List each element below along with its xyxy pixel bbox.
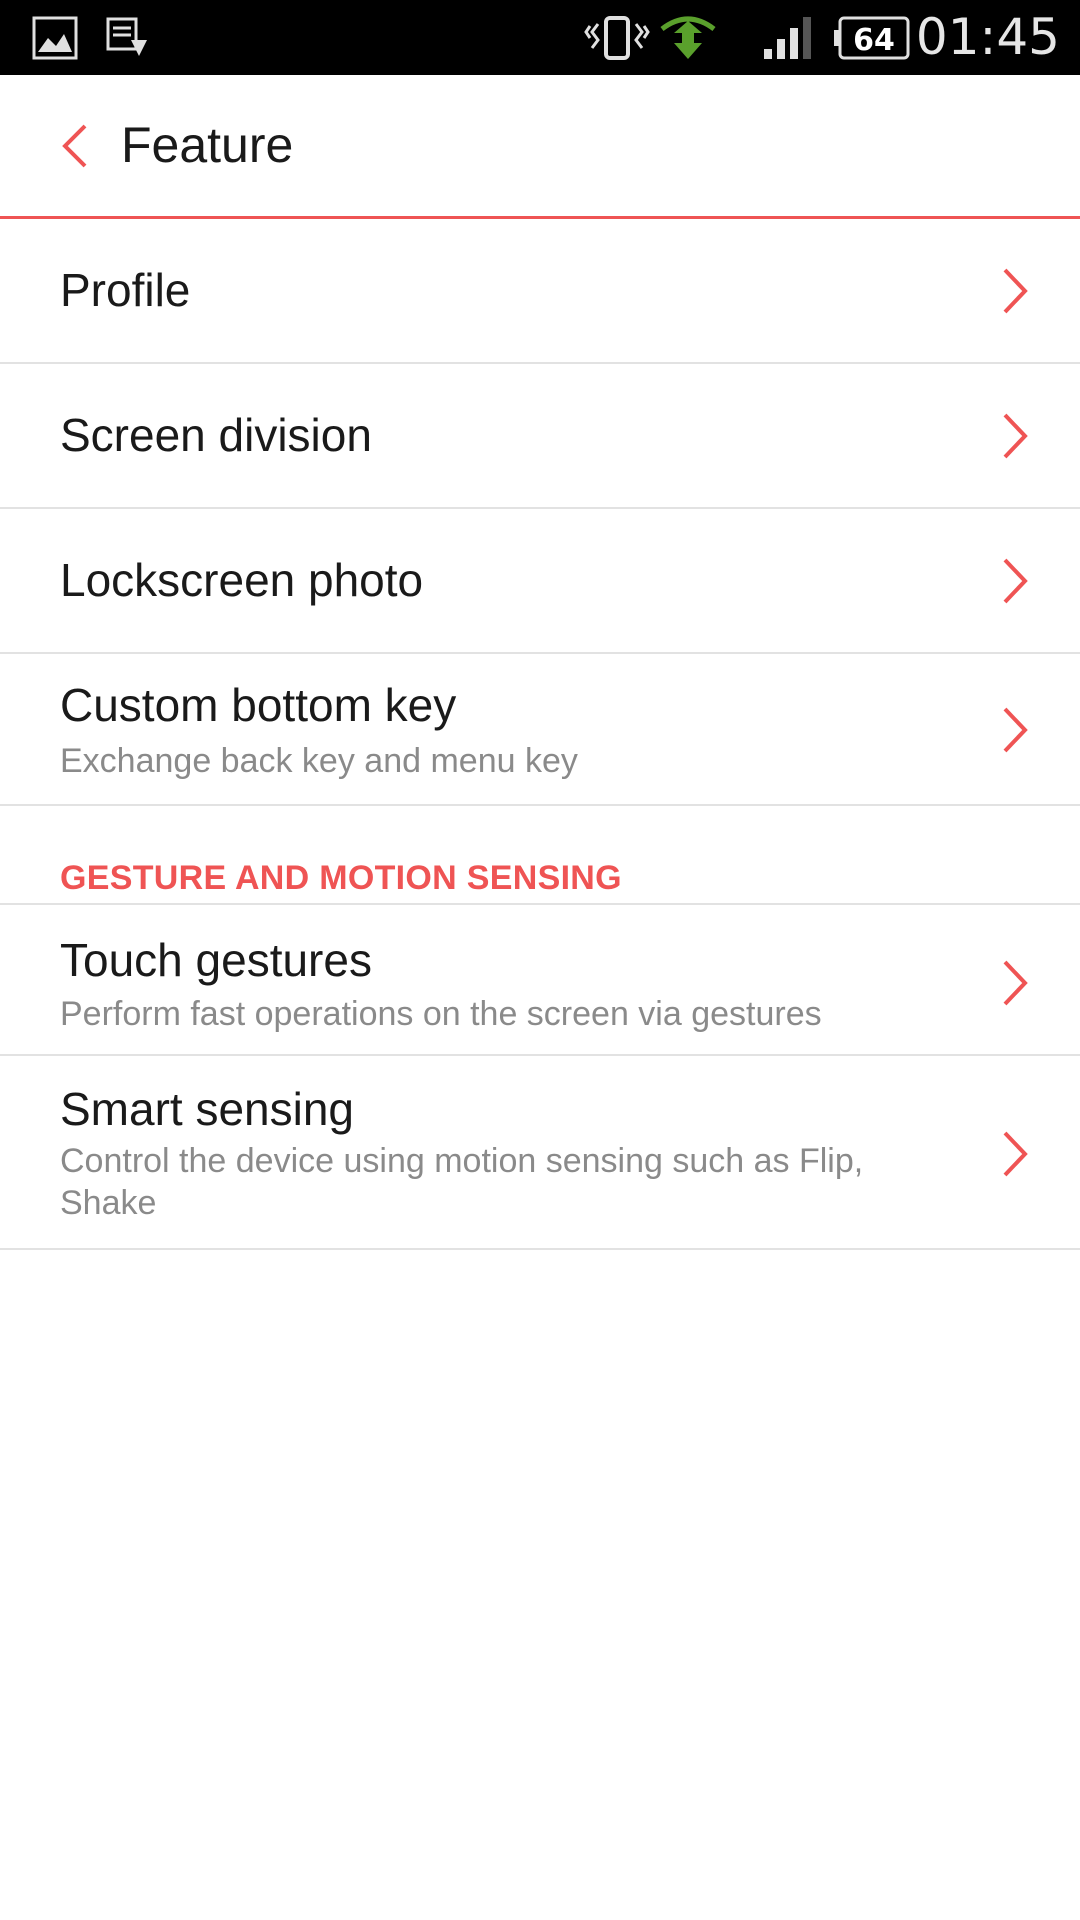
settings-list: Profile Screen division Lockscreen photo… [0,219,1080,1250]
item-title: Lockscreen photo [60,554,424,606]
battery-level: 64 [853,23,895,58]
clock: 01:45 [915,8,1060,66]
list-item-touch-gestures[interactable]: Touch gestures Perform fast operations o… [0,905,1080,1056]
list-item-custom-bottom-key[interactable]: Custom bottom key Exchange back key and … [0,654,1080,806]
item-subtitle: Perform fast operations on the screen vi… [60,995,822,1033]
status-bar: 64 01:45 [0,0,1080,75]
item-title: Custom bottom key [60,679,457,731]
chevron-right-icon [1003,558,1028,604]
list-item-smart-sensing[interactable]: Smart sensing Control the device using m… [0,1056,1080,1250]
battery-icon: 64 [832,0,912,75]
chevron-right-icon [1003,413,1028,459]
chevron-right-icon [1003,960,1028,1006]
page-title: Feature [121,117,294,173]
action-bar: Feature [0,75,1080,219]
item-subtitle: Control the device using motion sensing … [60,1142,864,1222]
back-button[interactable] [40,75,110,216]
list-item-screen-division[interactable]: Screen division [0,364,1080,509]
section-header-gesture: GESTURE AND MOTION SENSING [0,806,1080,905]
chevron-left-icon [62,124,87,167]
vibrate-icon [583,0,651,75]
item-title: Smart sensing [60,1083,355,1135]
list-item-profile[interactable]: Profile [0,219,1080,364]
item-title: Profile [60,264,191,316]
item-title: Screen division [60,409,372,461]
chevron-right-icon [1003,1131,1028,1177]
image-icon [30,0,80,75]
item-title: Touch gestures [60,934,372,986]
section-title: GESTURE AND MOTION SENSING [60,859,622,897]
data-transfer-icon [660,0,716,75]
download-icon [104,0,150,75]
chevron-right-icon [1003,268,1028,314]
list-item-lockscreen-photo[interactable]: Lockscreen photo [0,509,1080,654]
item-subtitle: Exchange back key and menu key [60,742,578,780]
chevron-right-icon [1003,707,1028,753]
signal-icon [760,0,816,75]
